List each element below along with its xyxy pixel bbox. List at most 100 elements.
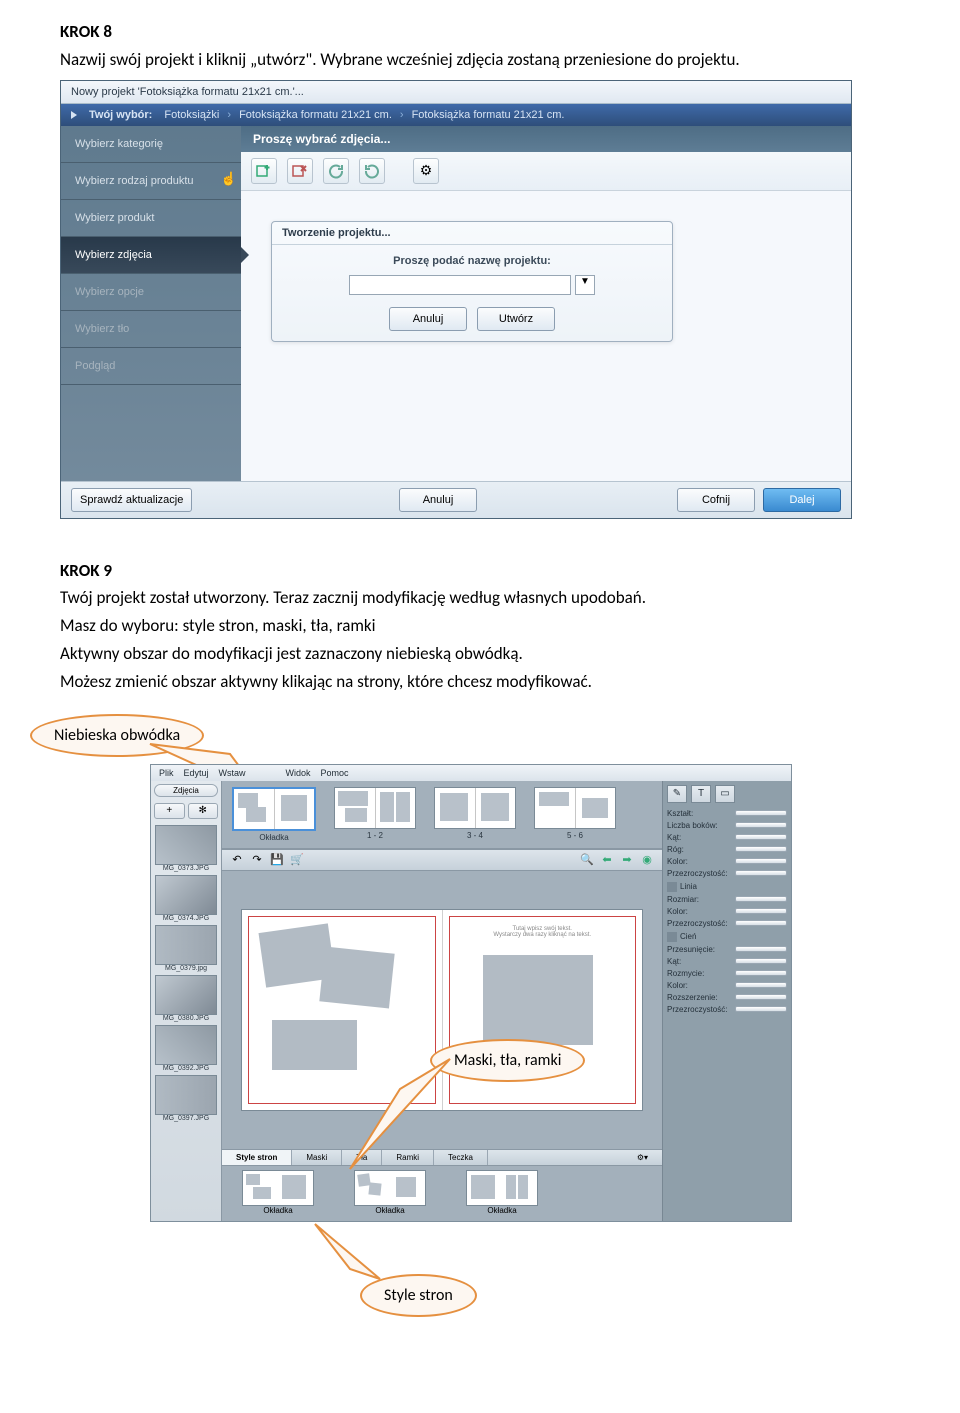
shadow-color-swatch[interactable] xyxy=(735,982,787,988)
remove-image-icon[interactable] xyxy=(287,158,313,184)
shape-icon[interactable]: ▭ xyxy=(715,785,735,803)
sidebar-step-label: Wybierz rodzaj produktu xyxy=(75,175,194,187)
thumbnail-item[interactable]: MG_0397.JPG xyxy=(155,1075,217,1122)
line-checkbox[interactable] xyxy=(667,882,677,892)
spread-label: 5 - 6 xyxy=(534,831,616,840)
sidebar-step-background: Wybierz tło xyxy=(61,311,241,348)
prop-opacity-label: Przezroczystość: xyxy=(667,919,727,928)
shape-slider[interactable] xyxy=(735,810,787,816)
chevron-right-icon: › xyxy=(400,109,404,121)
spread-slider[interactable] xyxy=(735,994,787,1000)
spread-label: 1 - 2 xyxy=(334,831,416,840)
project-name-input[interactable] xyxy=(349,275,571,295)
undo-icon[interactable]: ↶ xyxy=(230,853,244,867)
dialog-title: Tworzenie projektu... xyxy=(272,222,672,245)
sidebar-step-label: Wybierz zdjęcia xyxy=(75,249,152,261)
style-item[interactable]: Okładka xyxy=(242,1170,314,1215)
arrow-left-icon[interactable]: ⬅ xyxy=(600,853,614,867)
next-button[interactable]: Dalej xyxy=(763,488,841,512)
breadcrumb-item[interactable]: Fotoksiążka formatu 21x21 cm. xyxy=(412,109,565,121)
thumbnail-image xyxy=(155,925,217,965)
breadcrumb-label: Twój wybór: xyxy=(89,109,152,121)
menu-edit[interactable]: Edytuj xyxy=(184,768,209,778)
cart-icon[interactable]: 🛒 xyxy=(290,853,304,867)
line-opacity-slider[interactable] xyxy=(735,920,787,926)
add-folder-button[interactable]: + xyxy=(154,803,185,819)
size-slider[interactable] xyxy=(735,896,787,902)
play-icon xyxy=(71,111,77,119)
fit-icon[interactable]: ◉ xyxy=(640,853,654,867)
gear-icon[interactable]: ⚙ xyxy=(413,158,439,184)
prop-color-label: Kolor: xyxy=(667,907,688,916)
menu-help[interactable]: Pomoc xyxy=(321,768,349,778)
style-item[interactable]: Okładka xyxy=(466,1170,538,1215)
spread-thumb[interactable]: 5 - 6 xyxy=(534,787,616,842)
create-button[interactable]: Utwórz xyxy=(477,307,555,331)
text-icon[interactable]: T xyxy=(691,785,711,803)
edit-icon[interactable]: ✎ xyxy=(667,785,687,803)
thumbnail-item[interactable]: MG_0379.jpg xyxy=(155,925,217,972)
prop-color-label: Kolor: xyxy=(667,981,688,990)
offset-slider[interactable] xyxy=(735,946,787,952)
sidebar-step-product[interactable]: Wybierz produkt xyxy=(61,200,241,237)
thumbnail-image xyxy=(155,1025,217,1065)
rotate-right-icon[interactable] xyxy=(359,158,385,184)
thumbnail-item[interactable]: MG_0392.JPG xyxy=(155,1025,217,1072)
dialog-label: Proszę podać nazwę projektu: xyxy=(286,255,658,267)
prop-offset-label: Przesunięcie: xyxy=(667,945,715,954)
callout-masks: Maski, tła, ramki xyxy=(430,1039,585,1082)
prop-angle-label: Kąt: xyxy=(667,957,681,966)
thumbnail-item[interactable]: MG_0380.JPG xyxy=(155,975,217,1022)
breadcrumb-item[interactable]: Fotoksiążka formatu 21x21 cm. xyxy=(239,109,392,121)
tab-masks[interactable]: Maski xyxy=(292,1150,342,1165)
thumbnail-item[interactable]: MG_0374.JPG xyxy=(155,875,217,922)
shadow-opacity-slider[interactable] xyxy=(735,1006,787,1012)
add-image-icon[interactable] xyxy=(251,158,277,184)
color-swatch[interactable] xyxy=(735,858,787,864)
shadow-angle-slider[interactable] xyxy=(735,958,787,964)
opacity-slider[interactable] xyxy=(735,870,787,876)
thumbnail-label: MG_0397.JPG xyxy=(155,1115,217,1122)
thumbnail-image xyxy=(155,825,217,865)
menu-file[interactable]: Plik xyxy=(159,768,174,778)
thumbnail-item[interactable]: MG_0373.JPG xyxy=(155,825,217,872)
step9-line3: Aktywny obszar do modyfikacji jest zazna… xyxy=(60,642,900,666)
spread-thumb[interactable]: Okładka xyxy=(232,787,316,842)
tab-page-styles[interactable]: Style stron xyxy=(222,1150,292,1165)
sides-slider[interactable] xyxy=(735,822,787,828)
arrow-right-icon[interactable]: ➡ xyxy=(620,853,634,867)
breadcrumb-item[interactable]: Fotoksiążki xyxy=(164,109,219,121)
angle-slider[interactable] xyxy=(735,834,787,840)
rotate-left-icon[interactable] xyxy=(323,158,349,184)
prop-size-label: Rozmiar: xyxy=(667,895,699,904)
sidebar-step-product-type[interactable]: Wybierz rodzaj produktu ☝ xyxy=(61,163,241,200)
thumbnail-list: MG_0373.JPG MG_0374.JPG MG_0379.jpg MG_0… xyxy=(151,822,221,1221)
blur-slider[interactable] xyxy=(735,970,787,976)
gear-icon[interactable]: ⚙▾ xyxy=(623,1150,662,1165)
step9-line2: Masz do wyboru: style stron, maski, tła,… xyxy=(60,614,900,638)
corner-slider[interactable] xyxy=(735,846,787,852)
save-icon[interactable]: 💾 xyxy=(270,853,284,867)
shadow-checkbox[interactable] xyxy=(667,932,677,942)
zoom-icon[interactable]: 🔍 xyxy=(580,853,594,867)
sidebar-step-photos[interactable]: Wybierz zdjęcia xyxy=(61,237,241,274)
menu-view[interactable]: Widok xyxy=(286,768,311,778)
prop-blur-label: Rozmycie: xyxy=(667,969,704,978)
photos-tab[interactable]: Zdjęcia xyxy=(154,784,218,797)
spread-thumb[interactable]: 1 - 2 xyxy=(334,787,416,842)
check-updates-button[interactable]: Sprawdź aktualizacje xyxy=(71,488,192,512)
back-button[interactable]: Cofnij xyxy=(677,488,755,512)
dropdown-arrow-icon[interactable]: ▼ xyxy=(575,275,595,295)
line-color-swatch[interactable] xyxy=(735,908,787,914)
main-header: Proszę wybrać zdjęcia... xyxy=(241,126,851,152)
spread-thumb[interactable]: 3 - 4 xyxy=(434,787,516,842)
prop-opacity-label: Przezroczystość: xyxy=(667,1005,727,1014)
menu-insert[interactable]: Wstaw xyxy=(219,768,246,778)
cancel-button[interactable]: Anuluj xyxy=(389,307,467,331)
prop-opacity-label: Przezroczystość: xyxy=(667,869,727,878)
sidebar-step-options: Wybierz opcje xyxy=(61,274,241,311)
options-button[interactable]: ✻ xyxy=(188,803,219,819)
footer-cancel-button[interactable]: Anuluj xyxy=(399,488,477,512)
redo-icon[interactable]: ↷ xyxy=(250,853,264,867)
sidebar-step-category[interactable]: Wybierz kategorię xyxy=(61,126,241,163)
